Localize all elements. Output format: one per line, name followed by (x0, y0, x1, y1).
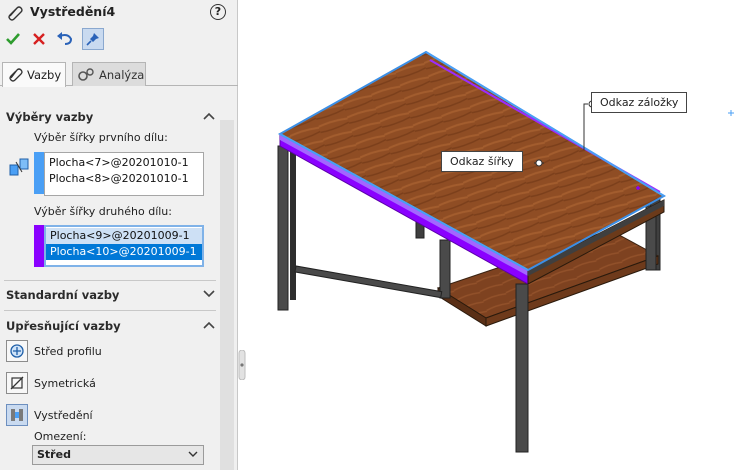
second-part-selection-list[interactable]: Plocha<9>@20201009-1 Plocha<10>@20201009… (44, 225, 204, 267)
section-advanced-mates-title[interactable]: Upřesňující vazby (6, 319, 121, 333)
profile-center-label: Střed profilu (34, 345, 102, 358)
pushpin-icon (86, 33, 99, 46)
width-label: Vystředění (34, 409, 93, 422)
close-icon (33, 33, 45, 45)
width-button[interactable] (6, 404, 28, 426)
section-standard-mates-title[interactable]: Standardní vazby (6, 288, 119, 302)
callout-anchor (535, 159, 543, 167)
tab-mates[interactable]: Vazby (2, 62, 66, 87)
title-row: Vystředění4 ? (0, 0, 238, 26)
action-row (0, 28, 238, 52)
panel-splitter[interactable] (238, 349, 246, 381)
divider (4, 280, 216, 281)
constraint-select[interactable]: Střed (32, 445, 204, 465)
symmetric-label: Symetrická (34, 377, 96, 390)
first-part-selection-list[interactable]: Plocha<7>@20201010-1 Plocha<8>@20201010-… (44, 152, 204, 196)
chevron-down-icon (188, 451, 198, 457)
second-part-label: Výběr šířky druhého dílu: (34, 205, 172, 218)
chevron-up-icon[interactable] (203, 112, 215, 120)
second-selection-color (34, 225, 44, 267)
list-item[interactable]: Plocha<7>@20201010-1 (45, 155, 203, 171)
constraint-select-value: Střed (37, 448, 71, 461)
undo-button[interactable] (54, 28, 76, 50)
panel-content: Výběry vazby Výběr šířky prvního dílu: P… (0, 100, 238, 470)
tab-analysis[interactable]: Analýza (72, 62, 146, 86)
width-mate-icon (11, 409, 23, 421)
first-part-label: Výběr šířky prvního dílu: (34, 131, 168, 144)
divider (4, 310, 216, 311)
list-item[interactable]: Plocha<10>@20201009-1 (46, 244, 202, 260)
chevron-up-icon[interactable] (203, 321, 215, 329)
scrollbar[interactable] (220, 120, 234, 470)
gears-icon (78, 67, 94, 81)
keep-visible-button[interactable] (82, 28, 104, 50)
symmetric-icon (10, 376, 24, 390)
tab-reference-callout[interactable]: Odkaz záložky (591, 92, 688, 113)
symmetric-button[interactable] (6, 372, 28, 394)
list-item[interactable]: Plocha<8>@20201010-1 (45, 171, 203, 187)
ok-button[interactable] (2, 28, 24, 50)
undo-icon (57, 32, 73, 45)
width-mate-icon (8, 156, 30, 181)
paperclip-icon (9, 68, 23, 82)
paperclip-icon (6, 5, 24, 24)
tab-bar: Vazby Analýza (0, 62, 238, 87)
tab-mates-label: Vazby (27, 68, 62, 82)
width-reference-callout[interactable]: Odkaz šířky (441, 151, 523, 172)
reference-triad (728, 110, 734, 116)
feature-title: Vystředění4 (30, 4, 116, 19)
cancel-button[interactable] (28, 28, 50, 50)
section-mate-selections-title[interactable]: Výběry vazby (6, 110, 93, 124)
check-icon (6, 33, 20, 45)
help-icon[interactable]: ? (210, 4, 226, 20)
callout-leader (583, 103, 588, 150)
tab-analysis-label: Analýza (99, 67, 145, 82)
list-item[interactable]: Plocha<9>@20201009-1 (46, 228, 202, 244)
graphics-area[interactable]: Odkaz šířky Odkaz záložky (246, 0, 750, 470)
profile-center-button[interactable] (6, 340, 28, 362)
table-model[interactable] (246, 0, 750, 470)
profile-center-icon (10, 344, 24, 358)
constraint-label: Omezení: (34, 430, 87, 443)
chevron-down-icon[interactable] (203, 290, 215, 298)
property-manager: Vystředění4 ? Vazby Analýza Výběry vazby (0, 0, 238, 470)
first-selection-color (34, 152, 44, 194)
